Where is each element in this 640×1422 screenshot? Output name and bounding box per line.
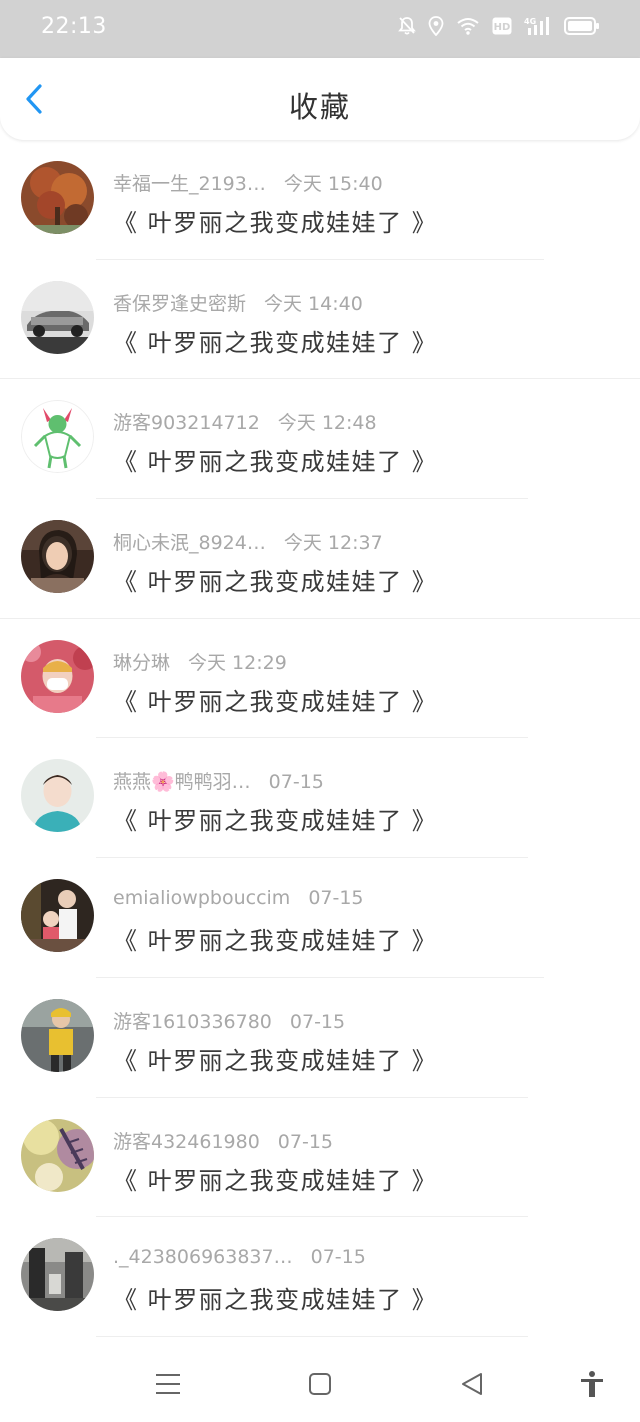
- username: 幸福一生_2193…: [113, 173, 266, 195]
- status-icons: HD 4G: [398, 16, 600, 36]
- avatar: [21, 1118, 94, 1192]
- timestamp: 今天 12:29: [188, 651, 287, 674]
- favorite-item[interactable]: 桐心未泯_8924… 今天 12:37 《 叶罗丽之我变成娃娃了 》: [0, 499, 640, 619]
- favorite-item[interactable]: 游客432461980 07-15 《 叶罗丽之我变成娃娃了 》: [0, 1098, 640, 1218]
- timestamp: 07-15: [310, 1246, 366, 1269]
- battery-icon: [564, 16, 600, 36]
- item-meta: ._423806963837… 07-15: [113, 1246, 366, 1268]
- avatar: [21, 998, 94, 1072]
- back-nav-button[interactable]: [458, 1370, 486, 1398]
- divider: [96, 1335, 528, 1337]
- status-time: 22:13: [41, 14, 107, 39]
- page-title: 收藏: [288, 90, 351, 124]
- story-title: 《 叶罗丽之我变成娃娃了 》: [113, 448, 438, 477]
- favorite-item[interactable]: 香保罗逢史密斯 今天 14:40 《 叶罗丽之我变成娃娃了 》: [0, 260, 640, 380]
- timestamp: 07-15: [289, 1010, 346, 1033]
- favorite-item[interactable]: 幸福一生_2193… 今天 15:40 《 叶罗丽之我变成娃娃了 》: [0, 140, 640, 260]
- username: 游客1610336780: [113, 1010, 272, 1033]
- item-meta: 琳分琳 今天 12:29: [113, 648, 287, 675]
- username: 游客432461980: [113, 1130, 260, 1153]
- story-title: 《 叶罗丽之我变成娃娃了 》: [113, 927, 438, 956]
- svg-text:4G: 4G: [524, 17, 536, 26]
- favorite-item[interactable]: ._423806963837… 07-15 《 叶罗丽之我变成娃娃了 》: [0, 1217, 640, 1337]
- story-title: 《 叶罗丽之我变成娃娃了 》: [113, 1286, 438, 1315]
- story-title: 《 叶罗丽之我变成娃娃了 》: [113, 568, 438, 597]
- wifi-icon: [456, 16, 480, 36]
- item-meta: 游客1610336780 07-15: [113, 1007, 345, 1034]
- accessibility-button[interactable]: [578, 1370, 606, 1398]
- avatar: [21, 879, 94, 953]
- back-triangle-icon: [462, 1373, 482, 1395]
- home-button[interactable]: [306, 1370, 334, 1398]
- avatar: [21, 520, 94, 594]
- avatar: [21, 759, 94, 833]
- hd-icon: HD: [492, 17, 512, 35]
- username: 香保罗逢史密斯: [113, 292, 247, 315]
- story-title: 《 叶罗丽之我变成娃娃了 》: [113, 807, 438, 836]
- favorite-item[interactable]: emialiowpbouccim 07-15 《 叶罗丽之我变成娃娃了 》: [0, 858, 640, 978]
- timestamp: 今天 15:40: [283, 173, 383, 195]
- username: emialiowpbouccim: [113, 887, 291, 910]
- item-meta: 燕燕🌸鸭鸭羽… 07-15: [113, 767, 324, 794]
- username: 燕燕🌸鸭鸭羽…: [113, 771, 251, 794]
- item-meta: 桐心未泯_8924… 今天 12:37: [113, 528, 383, 555]
- timestamp: 07-15: [268, 771, 324, 794]
- accessibility-icon: [581, 1371, 603, 1397]
- home-square-icon: [309, 1373, 331, 1395]
- item-meta: emialiowpbouccim 07-15: [113, 887, 364, 909]
- favorite-item[interactable]: 琳分琳 今天 12:29 《 叶罗丽之我变成娃娃了 》: [0, 619, 640, 739]
- 4g-signal-icon: 4G: [524, 16, 552, 36]
- story-title: 《 叶罗丽之我变成娃娃了 》: [113, 209, 438, 237]
- status-bar: 22:13 HD 4G: [0, 0, 640, 58]
- item-meta: 香保罗逢史密斯 今天 14:40: [113, 289, 363, 316]
- timestamp: 今天 14:40: [264, 292, 363, 315]
- avatar: [21, 1238, 94, 1312]
- mute-bell-icon: [398, 16, 416, 36]
- username: ._423806963837…: [113, 1246, 293, 1269]
- avatar: [21, 639, 94, 713]
- avatar: [21, 280, 94, 354]
- system-nav-bar: [0, 1344, 640, 1422]
- favorite-item[interactable]: 游客1610336780 07-15 《 叶罗丽之我变成娃娃了 》: [0, 978, 640, 1098]
- item-meta: 游客903214712 今天 12:48: [113, 408, 377, 435]
- username: 琳分琳: [113, 651, 171, 674]
- svg-text:HD: HD: [494, 22, 511, 33]
- story-title: 《 叶罗丽之我变成娃娃了 》: [113, 1046, 438, 1075]
- avatar: [21, 400, 94, 474]
- username: 桐心未泯_8924…: [113, 532, 266, 555]
- favorites-list: 幸福一生_2193… 今天 15:40 《 叶罗丽之我变成娃娃了 》 香保罗逢史密…: [0, 140, 640, 1337]
- timestamp: 今天 12:37: [283, 532, 383, 555]
- timestamp: 07-15: [277, 1130, 334, 1153]
- username: 游客903214712: [113, 412, 260, 435]
- story-title: 《 叶罗丽之我变成娃娃了 》: [113, 328, 438, 357]
- location-icon: [428, 16, 444, 36]
- timestamp: 07-15: [308, 887, 364, 910]
- favorite-item[interactable]: 燕燕🌸鸭鸭羽… 07-15 《 叶罗丽之我变成娃娃了 》: [0, 738, 640, 859]
- favorite-item[interactable]: 游客903214712 今天 12:48 《 叶罗丽之我变成娃娃了 》: [0, 379, 640, 500]
- timestamp: 今天 12:48: [277, 412, 377, 435]
- menu-button[interactable]: [154, 1370, 182, 1398]
- item-meta: 幸福一生_2193… 今天 15:40: [113, 169, 383, 196]
- item-meta: 游客432461980 07-15: [113, 1127, 333, 1154]
- avatar: [21, 161, 94, 234]
- menu-icon: [156, 1374, 180, 1394]
- top-bar: 收藏: [0, 58, 640, 140]
- story-title: 《 叶罗丽之我变成娃娃了 》: [113, 1166, 438, 1195]
- story-title: 《 叶罗丽之我变成娃娃了 》: [113, 687, 438, 716]
